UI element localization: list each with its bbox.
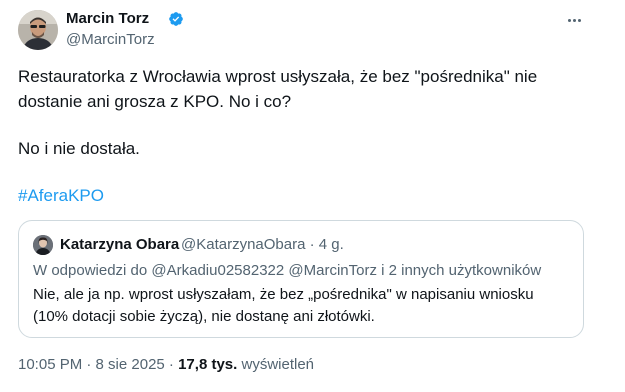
quote-author-handle[interactable]: @KatarzynaObara · 4 g. (181, 236, 344, 254)
verified-badge-icon (168, 11, 184, 27)
author-handle[interactable]: @MarcinTorz (66, 31, 155, 49)
tweet-text-line: No i nie dostała. (18, 139, 140, 158)
tweet-text-line: Restauratorka z Wrocławia wprost usłysza… (18, 67, 538, 86)
quoted-tweet[interactable]: Katarzyna Obara @KatarzynaObara · 4 g. W… (18, 220, 584, 338)
tweet: Marcin Torz @MarcinTorz Restauratorka z … (0, 0, 625, 392)
hashtag-link[interactable]: #AferaKPO (18, 185, 104, 207)
tweet-meta: 10:05 PM · 8 sie 2025 · 17,8 tys. wyświe… (18, 356, 314, 374)
quote-text-line: Nie, ale ja np. wprost usłyszałam, że be… (33, 286, 534, 303)
quote-text-line: (10% dotacji sobie życzą), nie dostanę a… (33, 308, 375, 325)
quote-avatar[interactable] (33, 235, 53, 255)
author-name[interactable]: Marcin Torz (66, 10, 149, 28)
more-options-icon[interactable] (563, 12, 585, 28)
views-label: wyświetleń (237, 356, 315, 373)
tweet-text-line: dostanie ani grosza z KPO. No i co? (18, 92, 292, 111)
quote-reply-context: W odpowiedzi do @Arkadiu02582322 @Marcin… (33, 262, 542, 279)
avatar[interactable] (18, 10, 58, 50)
timestamp[interactable]: 10:05 PM · 8 sie 2025 · (18, 356, 178, 373)
quote-author-name[interactable]: Katarzyna Obara (60, 236, 179, 254)
views-count: 17,8 tys. (178, 356, 238, 373)
